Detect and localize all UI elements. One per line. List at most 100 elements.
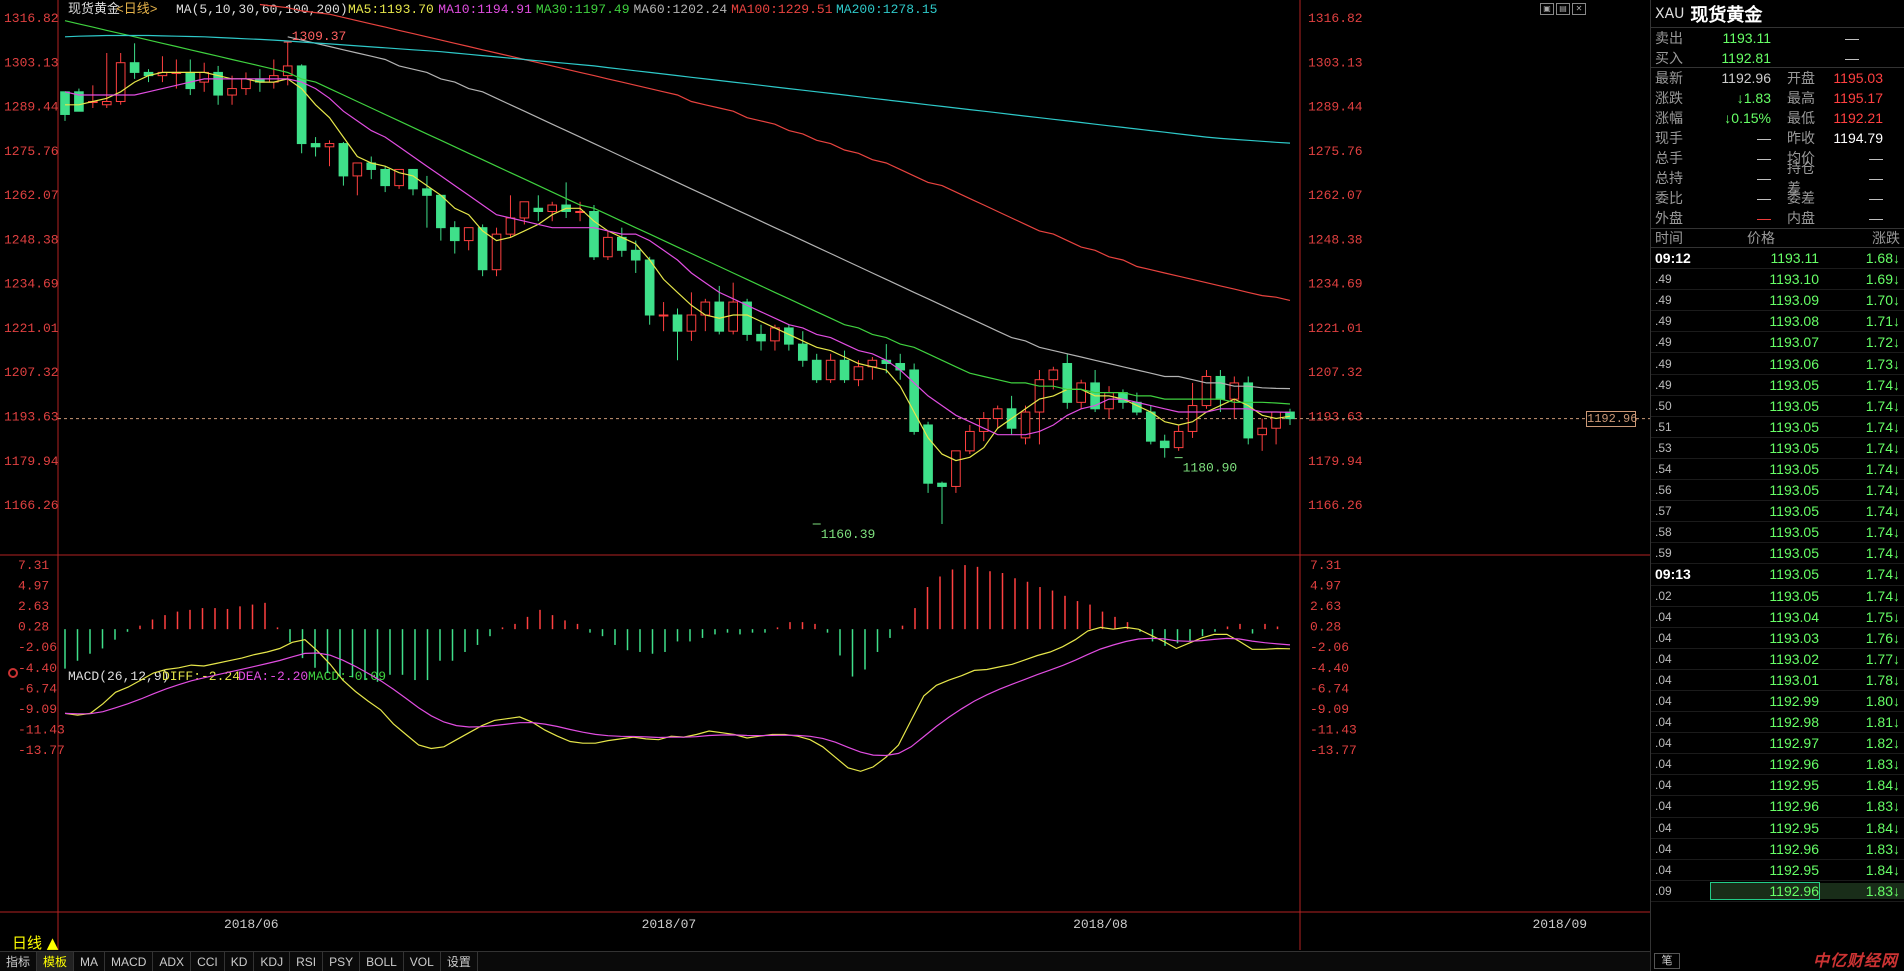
pen-button[interactable]: 笔	[1654, 953, 1680, 969]
candle-body[interactable]	[1159, 440, 1170, 449]
toolbar-tab-4[interactable]: ADX	[153, 951, 192, 971]
candle-body[interactable]	[129, 62, 140, 73]
candle-body[interactable]	[408, 168, 418, 190]
tick-change: 1.74↓	[1865, 460, 1900, 477]
candle-body[interactable]	[477, 227, 488, 271]
candle-body[interactable]	[338, 143, 349, 177]
layout-icon[interactable]: ▤	[1556, 3, 1570, 15]
candle-body[interactable]	[825, 359, 836, 381]
candle-body[interactable]	[185, 71, 196, 90]
candle-body[interactable]	[658, 314, 669, 317]
tick-row: .53 1193.05 1.74↓	[1651, 438, 1904, 459]
toolbar-tab-11[interactable]: VOL	[404, 951, 441, 971]
toolbar-tab-5[interactable]: CCI	[191, 951, 225, 971]
candle-body[interactable]	[909, 369, 919, 432]
y-tick-right: 1221.01	[1308, 321, 1363, 336]
quote-value: —	[1869, 150, 1883, 166]
quote-label: 涨跌	[1655, 91, 1683, 107]
toolbar-tab-10[interactable]: BOLL	[360, 951, 404, 971]
candle-body[interactable]	[839, 359, 850, 381]
candle-body[interactable]	[199, 71, 210, 83]
candle-body[interactable]	[1048, 369, 1059, 381]
candle-body[interactable]	[853, 366, 864, 381]
chart-window-controls: ▣ ▤ ✕	[1540, 3, 1586, 15]
tick-price: 1193.05	[1769, 482, 1819, 499]
candle-body[interactable]	[1076, 382, 1087, 403]
candle-body[interactable]	[756, 333, 766, 342]
candle-body[interactable]	[1187, 405, 1198, 432]
candle-body[interactable]	[728, 301, 738, 332]
toolbar-tab-9[interactable]: PSY	[323, 951, 361, 971]
candle-body[interactable]	[992, 408, 1003, 420]
candle-body[interactable]	[449, 227, 460, 242]
toolbar-tab-8[interactable]: RSI	[290, 951, 324, 971]
candle-body[interactable]	[352, 162, 363, 177]
macd-settings-icon[interactable]	[8, 668, 18, 678]
candle-body[interactable]	[644, 259, 655, 316]
chart-area[interactable]: 现货黄金<日线> MA(5,10,30,60,100,200) MA5:1193.7…	[0, 0, 1650, 951]
candle-body[interactable]	[1173, 430, 1184, 449]
period-button[interactable]: 日线 ▲	[12, 932, 58, 953]
candle-body[interactable]	[937, 482, 947, 487]
y-tick-left: 1207.32	[4, 365, 59, 380]
candle-body[interactable]	[797, 343, 808, 361]
tick-row: .56 1193.05 1.74↓	[1651, 480, 1904, 502]
candle-body[interactable]	[324, 143, 335, 148]
candle-body[interactable]	[101, 101, 112, 106]
candle-body[interactable]	[422, 188, 432, 196]
candle-body[interactable]	[310, 143, 321, 148]
tick-price: 1193.01	[1769, 671, 1819, 688]
candle-body[interactable]	[895, 363, 906, 371]
tick-change: 1.81↓	[1865, 714, 1900, 731]
candle-body[interactable]	[965, 430, 975, 452]
toolbar-tab-2[interactable]: MA	[74, 951, 106, 971]
tick-list[interactable]: 09:12 1193.11 1.68↓ .49 1193.10 1.69↓ .49 119…	[1651, 248, 1904, 902]
candle-body[interactable]	[603, 236, 613, 258]
candle-body[interactable]	[630, 249, 641, 261]
candle-body[interactable]	[1145, 411, 1156, 442]
candle-body[interactable]	[547, 204, 558, 212]
toolbar-tab-12[interactable]: 设置	[441, 951, 478, 971]
toolbar-tab-7[interactable]: KDJ	[254, 951, 291, 971]
candle-body[interactable]	[241, 78, 251, 90]
zoom-in-icon[interactable]: ▣	[1540, 3, 1554, 15]
candle-body[interactable]	[923, 424, 933, 484]
candle-body[interactable]	[1271, 411, 1281, 429]
macd-dea: DEA:-2.20	[238, 669, 308, 684]
candle-body[interactable]	[686, 314, 697, 332]
candle-body[interactable]	[1034, 379, 1045, 413]
candle-body[interactable]	[519, 201, 530, 219]
candle-body[interactable]	[463, 227, 474, 242]
candle-body[interactable]	[951, 450, 961, 487]
tick-change: 1.83↓	[1865, 840, 1900, 857]
toolbar-tab-0[interactable]: 指标	[0, 951, 38, 971]
candle-body[interactable]	[115, 62, 126, 103]
quote-value: 1195.03	[1833, 70, 1883, 86]
candle-body[interactable]	[811, 359, 822, 381]
close-icon[interactable]: ✕	[1572, 3, 1586, 15]
toolbar-tab-1[interactable]: 模板	[37, 951, 75, 971]
toolbar-tab-6[interactable]: KD	[225, 951, 255, 971]
app-root: 现货黄金 <日线> MA(5,10,30,60,100,200) MA5:1193.7…	[0, 0, 1904, 971]
candle-body[interactable]	[1062, 363, 1073, 403]
candle-body[interactable]	[1257, 427, 1267, 436]
tick-time: .04	[1655, 715, 1672, 730]
tick-row: .04 1193.02 1.77↓	[1651, 649, 1904, 670]
candle-body[interactable]	[533, 207, 544, 212]
candle-body[interactable]	[436, 194, 446, 229]
candle-body[interactable]	[505, 217, 516, 235]
quote-label: 最新	[1655, 71, 1683, 87]
candle-body[interactable]	[227, 88, 237, 96]
candle-body[interactable]	[60, 91, 70, 115]
candle-body[interactable]	[1201, 375, 1212, 407]
candle-body[interactable]	[672, 314, 683, 332]
candle-body[interactable]	[380, 168, 390, 187]
candle-body[interactable]	[1285, 411, 1295, 420]
candle-body[interactable]	[1215, 375, 1226, 400]
candle-body[interactable]	[714, 301, 725, 332]
macd-diff: DIFF:-2.24	[162, 669, 240, 684]
extreme-label: 1309.37	[292, 29, 347, 44]
toolbar-tab-3[interactable]: MACD	[105, 951, 154, 971]
tick-price: 1193.09	[1769, 292, 1819, 309]
candle-body[interactable]	[1243, 382, 1254, 439]
